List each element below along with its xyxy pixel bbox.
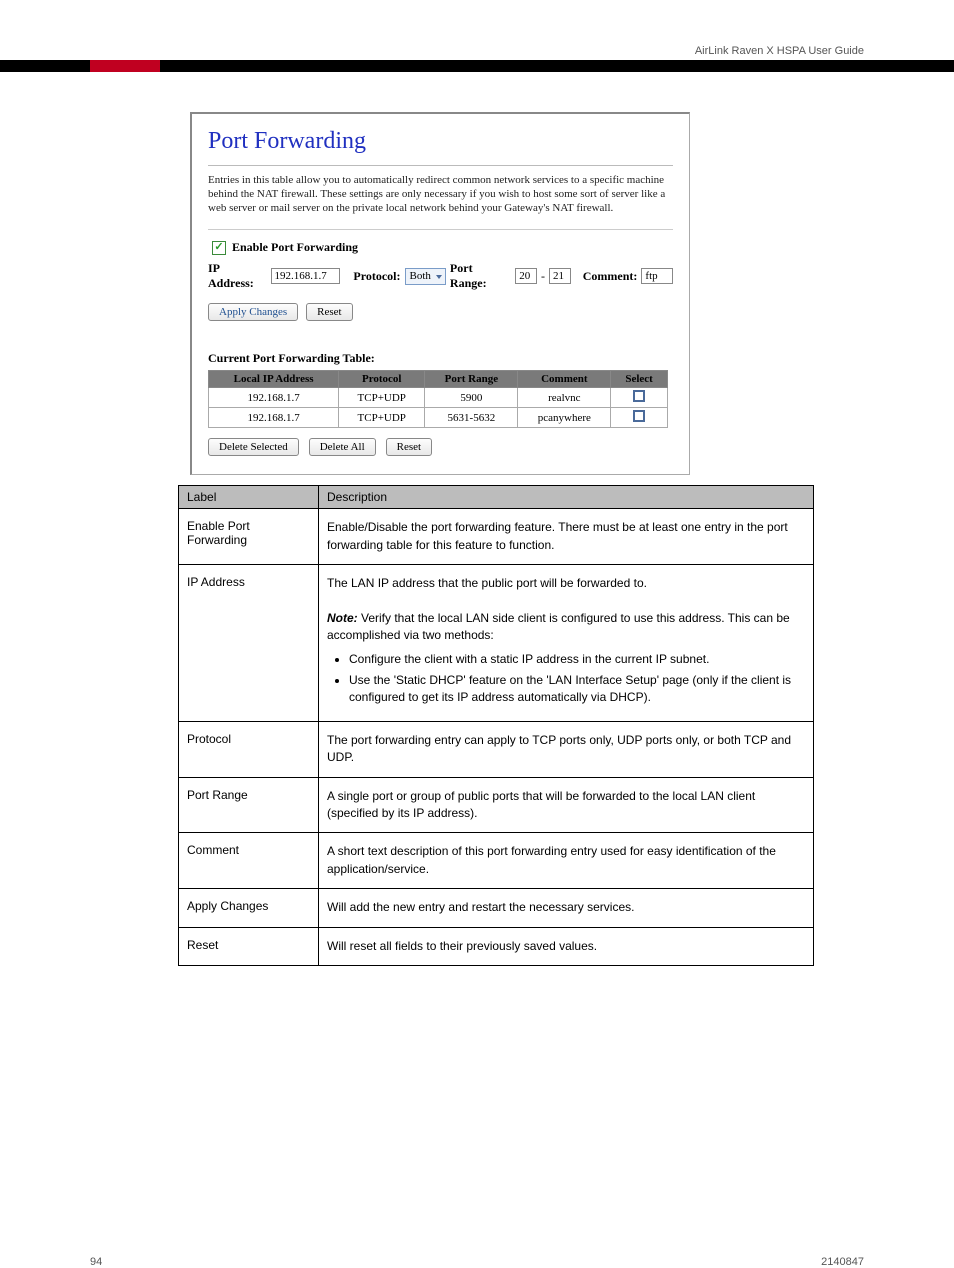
apply-changes-button[interactable]: Apply Changes bbox=[208, 303, 298, 321]
reset-button[interactable]: Reset bbox=[306, 303, 352, 321]
reset-button-2[interactable]: Reset bbox=[386, 438, 432, 456]
header-product-name: AirLink Raven X HSPA User Guide bbox=[695, 45, 864, 57]
cell-range: 5631-5632 bbox=[425, 408, 518, 428]
list-item: Use the 'Static DHCP' feature on the 'LA… bbox=[349, 672, 805, 707]
cell-ip: 192.168.1.7 bbox=[209, 408, 339, 428]
definition-description: The port forwarding entry can apply to T… bbox=[319, 721, 814, 777]
definition-row: Enable Port Forwarding Enable/Disable th… bbox=[179, 509, 814, 565]
row-select-checkbox[interactable] bbox=[633, 410, 645, 422]
ip-label: IP Address: bbox=[208, 261, 267, 291]
protocol-label: Protocol: bbox=[353, 269, 400, 284]
port-from-input[interactable]: 20 bbox=[515, 268, 537, 284]
col-select: Select bbox=[611, 371, 668, 388]
definition-label: Comment bbox=[179, 833, 319, 889]
cell-range: 5900 bbox=[425, 388, 518, 408]
comment-label: Comment: bbox=[583, 269, 638, 284]
document-number: 2140847 bbox=[821, 1256, 864, 1268]
definition-description: Enable/Disable the port forwarding featu… bbox=[319, 509, 814, 565]
screenshot-panel: Port Forwarding Entries in this table al… bbox=[190, 112, 690, 475]
definition-label: Apply Changes bbox=[179, 889, 319, 927]
definition-label: Protocol bbox=[179, 721, 319, 777]
cell-protocol: TCP+UDP bbox=[339, 408, 425, 428]
col-local-ip: Local IP Address bbox=[209, 371, 339, 388]
definition-row: Protocol The port forwarding entry can a… bbox=[179, 721, 814, 777]
cell-protocol: TCP+UDP bbox=[339, 388, 425, 408]
definitions-header-description: Description bbox=[319, 486, 814, 509]
definition-description: Will add the new entry and restart the n… bbox=[319, 889, 814, 927]
note-bullet-list: Configure the client with a static IP ad… bbox=[349, 651, 805, 707]
divider bbox=[208, 165, 673, 166]
enable-label: Enable Port Forwarding bbox=[232, 240, 358, 255]
note-heading: Note: bbox=[327, 611, 358, 625]
port-range-dash: - bbox=[541, 269, 545, 284]
definition-description: A short text description of this port fo… bbox=[319, 833, 814, 889]
page-number: 94 bbox=[90, 1256, 102, 1268]
protocol-select[interactable]: Both bbox=[405, 268, 446, 285]
divider bbox=[208, 229, 673, 230]
col-protocol: Protocol bbox=[339, 371, 425, 388]
col-port-range: Port Range bbox=[425, 371, 518, 388]
definition-label: Port Range bbox=[179, 777, 319, 833]
definition-row: IP Address The LAN IP address that the p… bbox=[179, 565, 814, 722]
col-comment: Comment bbox=[518, 371, 611, 388]
definition-row: Port Range A single port or group of pub… bbox=[179, 777, 814, 833]
row-select-checkbox[interactable] bbox=[633, 390, 645, 402]
table-row: 192.168.1.7 TCP+UDP 5631-5632 pcanywhere bbox=[209, 408, 668, 428]
cell-comment: pcanywhere bbox=[518, 408, 611, 428]
port-forwarding-table: Local IP Address Protocol Port Range Com… bbox=[208, 370, 668, 428]
definitions-header-label: Label bbox=[179, 486, 319, 509]
page-footer: 94 2140847 bbox=[0, 1256, 954, 1268]
definition-label: IP Address bbox=[179, 565, 319, 722]
header-bar bbox=[0, 60, 954, 72]
definitions-table: Label Description Enable Port Forwarding… bbox=[178, 485, 814, 966]
port-range-label: Port Range: bbox=[450, 261, 511, 291]
definition-row: Reset Will reset all fields to their pre… bbox=[179, 927, 814, 965]
delete-all-button[interactable]: Delete All bbox=[309, 438, 376, 456]
table-row: 192.168.1.7 TCP+UDP 5900 realvnc bbox=[209, 388, 668, 408]
definition-description: The LAN IP address that the public port … bbox=[319, 565, 814, 722]
delete-selected-button[interactable]: Delete Selected bbox=[208, 438, 299, 456]
definition-intro: The LAN IP address that the public port … bbox=[327, 576, 647, 590]
panel-description: Entries in this table allow you to autom… bbox=[208, 174, 673, 215]
definition-row: Apply Changes Will add the new entry and… bbox=[179, 889, 814, 927]
definition-description: Will reset all fields to their previousl… bbox=[319, 927, 814, 965]
cell-comment: realvnc bbox=[518, 388, 611, 408]
definition-row: Comment A short text description of this… bbox=[179, 833, 814, 889]
enable-checkbox[interactable]: ✓ bbox=[212, 241, 226, 255]
list-item: Configure the client with a static IP ad… bbox=[349, 651, 805, 668]
note-body: Verify that the local LAN side client is… bbox=[327, 611, 790, 642]
definition-description: A single port or group of public ports t… bbox=[319, 777, 814, 833]
definition-label: Reset bbox=[179, 927, 319, 965]
ip-address-input[interactable]: 192.168.1.7 bbox=[271, 268, 340, 284]
definition-label: Enable Port Forwarding bbox=[179, 509, 319, 565]
panel-title: Port Forwarding bbox=[208, 128, 673, 155]
table-caption: Current Port Forwarding Table: bbox=[208, 351, 673, 366]
comment-input[interactable]: ftp bbox=[641, 268, 673, 284]
cell-ip: 192.168.1.7 bbox=[209, 388, 339, 408]
port-to-input[interactable]: 21 bbox=[549, 268, 571, 284]
